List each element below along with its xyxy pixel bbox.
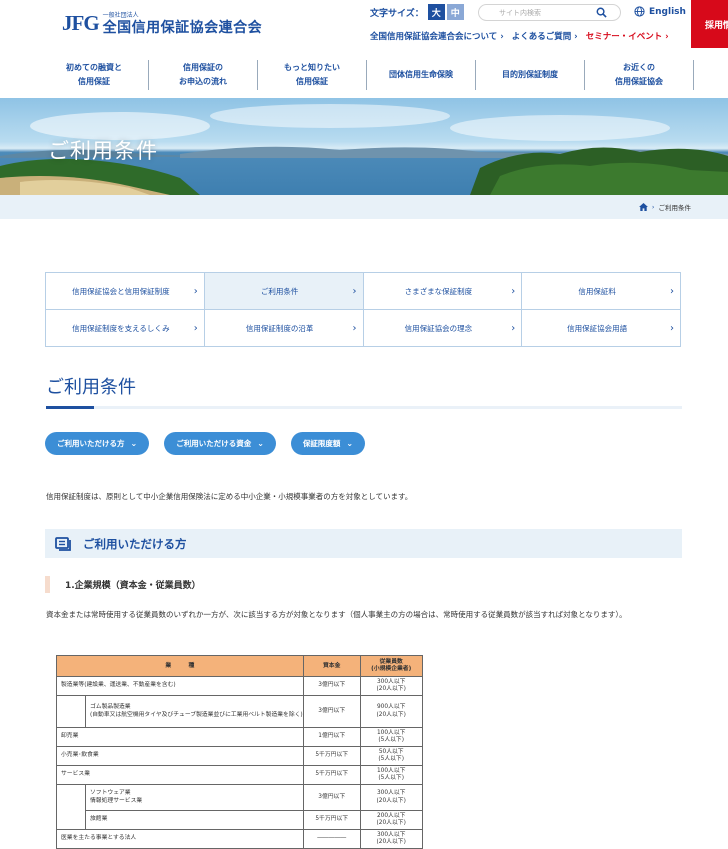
eligibility-paragraph: 資本金または常時使用する従業員数のいずれか一方が、次に該当する方が対象となります… bbox=[46, 610, 627, 619]
hero-banner: ご利用条件 bbox=[0, 98, 728, 195]
chevron-right-icon: › bbox=[651, 203, 655, 211]
table-row: 製造業等(建設業、運送業、不動産業を含む) 3億円以下 300人以下 (20人以… bbox=[56, 676, 423, 696]
subnav-various-systems[interactable]: さまざまな保証制度 › bbox=[363, 273, 523, 310]
title-underline bbox=[46, 406, 682, 409]
site-header: JFG 一般社団法人 全国信用保証協会連合会 文字サイズ： 大 中 サイト内検索… bbox=[0, 0, 728, 56]
site-logo[interactable]: JFG 一般社団法人 全国信用保証協会連合会 bbox=[62, 11, 262, 36]
subnav-glossary[interactable]: 信用保証協会用語 › bbox=[522, 310, 681, 347]
section-title: ご利用いただける方 bbox=[83, 536, 187, 551]
global-nav: 初めての融資と 信用保証 信用保証の お申込の流れ もっと知りたい 信用保証 団… bbox=[0, 56, 728, 98]
chevron-down-icon: ⌄ bbox=[130, 439, 138, 448]
subnav-usage-conditions[interactable]: ご利用条件 › bbox=[204, 273, 364, 310]
recruit-link[interactable]: 採用情報 bbox=[691, 0, 728, 48]
subsection-title: 1.企業規模（資本金・従業員数） bbox=[65, 581, 201, 591]
subnav-history[interactable]: 信用保証制度の沿革 › bbox=[204, 310, 364, 347]
logo-name: 全国信用保証協会連合会 bbox=[102, 19, 263, 36]
breadcrumb-current: ご利用条件 bbox=[658, 204, 692, 212]
table-row: ゴム製品製造業 (自動車又は航空機用タイヤ及びチューブ製造業並びに工業用ベルト製… bbox=[56, 695, 423, 728]
gnav-application-flow[interactable]: 信用保証の お申込の流れ bbox=[149, 60, 258, 90]
gnav-nearby-association[interactable]: お近くの 信用保証協会 bbox=[585, 60, 694, 90]
chevron-down-icon: ⌄ bbox=[346, 439, 354, 448]
chevron-right-icon: › bbox=[352, 323, 357, 334]
faq-link[interactable]: よくあるご質問 › bbox=[512, 30, 578, 42]
logo-subtitle: 一般社団法人 bbox=[102, 11, 139, 19]
font-size-large-button[interactable]: 大 bbox=[427, 4, 445, 20]
gnav-group-insurance[interactable]: 団体信用生命保険 bbox=[367, 60, 476, 90]
chevron-down-icon: ⌄ bbox=[257, 439, 264, 448]
chevron-right-icon: › bbox=[193, 323, 198, 334]
search-icon[interactable] bbox=[596, 7, 607, 18]
about-link[interactable]: 全国信用保証協会連合会について › bbox=[370, 30, 504, 42]
font-size-label: 文字サイズ： bbox=[370, 8, 424, 19]
subnav-grid: 信用保証協会と信用保証制度 › ご利用条件 › さまざまな保証制度 › 信用保証料 › … bbox=[45, 272, 681, 347]
hero-title: ご利用条件 bbox=[48, 139, 158, 163]
chevron-right-icon: › bbox=[670, 286, 674, 297]
subsection-heading: 1.企業規模（資本金・従業員数） bbox=[45, 576, 201, 593]
logo-mark: JFG bbox=[62, 11, 100, 35]
gnav-first-loan[interactable]: 初めての融資と 信用保証 bbox=[40, 60, 149, 90]
chevron-right-icon: › bbox=[193, 286, 198, 297]
chevron-right-icon: › bbox=[511, 323, 516, 334]
globe-icon bbox=[634, 6, 645, 17]
gnav-learn-more[interactable]: もっと知りたい 信用保証 bbox=[258, 60, 367, 90]
book-icon bbox=[55, 536, 71, 551]
english-label: English bbox=[649, 6, 686, 17]
search-placeholder: サイト内検索 bbox=[499, 9, 541, 17]
subnav-association-system[interactable]: 信用保証協会と信用保証制度 › bbox=[46, 273, 205, 310]
company-size-table: 業 種 資本金 従業員数 (小規模企業者) 製造業等(建設業、運送業、不動産業を… bbox=[56, 655, 423, 849]
subnav-philosophy[interactable]: 信用保証協会の理念 › bbox=[363, 310, 523, 347]
font-size-switcher: 文字サイズ： 大 中 bbox=[370, 4, 464, 20]
table-row: 小売業･飲食業 5千万円以下 50人以下 (5人以下) bbox=[56, 746, 423, 766]
chevron-right-icon: › bbox=[352, 286, 357, 297]
table-row: 卸売業 1億円以下 100人以下 (5人以下) bbox=[56, 727, 423, 747]
home-icon[interactable] bbox=[638, 203, 648, 211]
english-link[interactable]: English bbox=[634, 6, 686, 17]
subnav-guarantee-fee[interactable]: 信用保証料 › bbox=[522, 273, 681, 310]
header-links: 全国信用保証協会連合会について › よくあるご質問 › セミナー・イベント › bbox=[370, 30, 677, 42]
table-header-employees: 従業員数 (小規模企業者) bbox=[359, 655, 423, 677]
table-header-industry: 業 種 bbox=[56, 655, 304, 677]
table-row: ソフトウェア業 情報処理サービス業 3億円以下 300人以下 (20人以下) bbox=[56, 784, 423, 811]
table-header-capital: 資本金 bbox=[302, 655, 361, 677]
section-heading: ご利用いただける方 bbox=[45, 529, 682, 558]
seminar-link[interactable]: セミナー・イベント › bbox=[586, 30, 669, 42]
table-row: サービス業 5千万円以下 100人以下 (5人以下) bbox=[56, 765, 423, 785]
intro-text: 信用保証制度は、原則として中小企業信用保険法に定める中小企業・小規模事業者の方を… bbox=[46, 492, 413, 501]
anchor-funds-button[interactable]: ご利用いただける資金 ⌄ bbox=[164, 432, 276, 455]
site-search-input[interactable]: サイト内検索 bbox=[478, 4, 621, 21]
gnav-purpose-systems[interactable]: 目的別保証制度 bbox=[476, 60, 585, 90]
table-row: 医業を主たる事業とする法人 ――――― 300人以下 (20人以下) bbox=[56, 829, 423, 849]
page-title: ご利用条件 bbox=[46, 377, 136, 398]
chevron-right-icon: › bbox=[670, 323, 674, 334]
chevron-right-icon: › bbox=[511, 286, 516, 297]
subnav-support-mechanism[interactable]: 信用保証制度を支えるしくみ › bbox=[46, 310, 205, 347]
anchor-limit-button[interactable]: 保証限度額 ⌄ bbox=[290, 432, 366, 455]
anchor-eligible-button[interactable]: ご利用いただける方 ⌄ bbox=[45, 432, 150, 455]
breadcrumb: › ご利用条件 bbox=[0, 195, 728, 219]
table-row: 旅館業 5千万円以下 200人以下 (20人以下) bbox=[56, 810, 423, 830]
anchor-pills: ご利用いただける方 ⌄ ご利用いただける資金 ⌄ 保証限度額 ⌄ bbox=[45, 432, 380, 455]
font-size-medium-button[interactable]: 中 bbox=[446, 4, 464, 20]
